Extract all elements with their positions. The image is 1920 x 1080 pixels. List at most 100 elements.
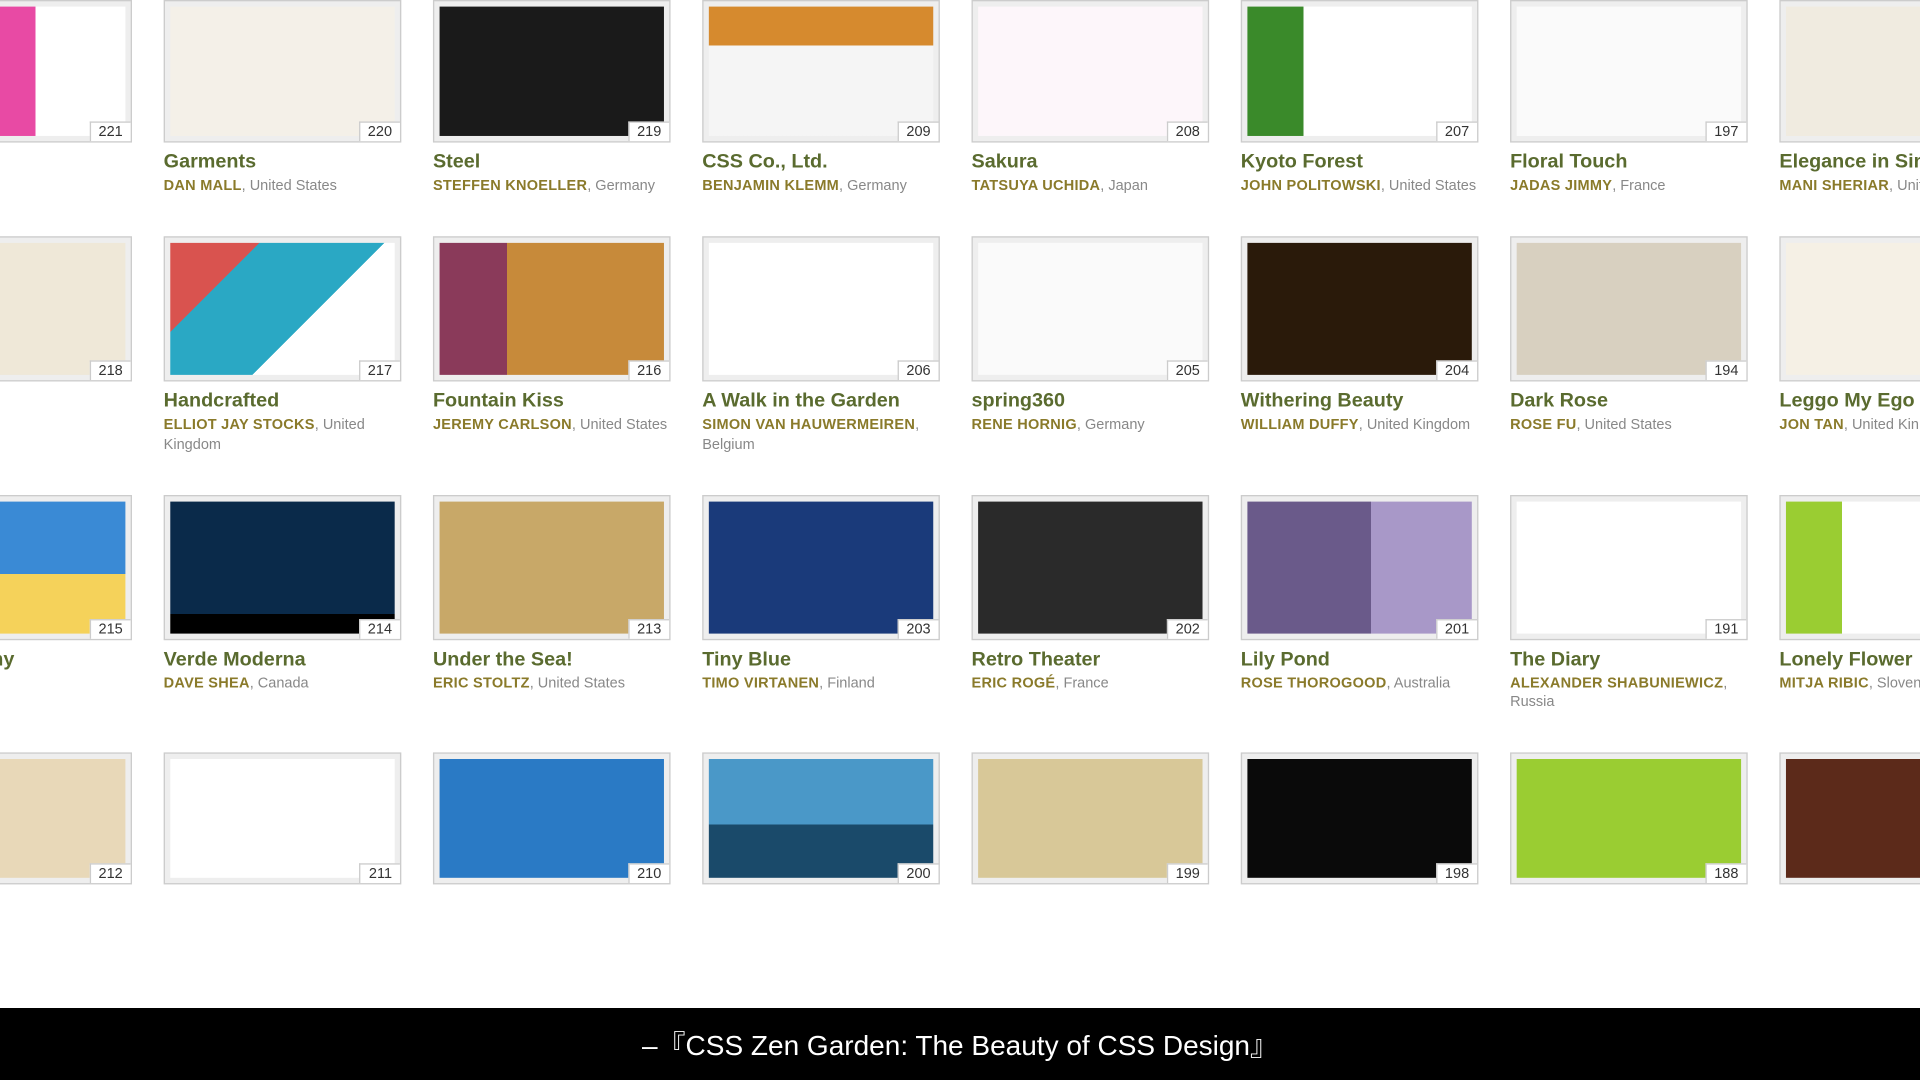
design-card[interactable]: 204Withering BeautyWILLIAM DUFFY, United… [1241,236,1479,455]
author-name[interactable]: ELLIOT JAY STOCKS [164,417,315,433]
design-card[interactable]: 218y, United States [0,236,132,455]
design-thumbnail[interactable]: 214 [164,494,402,639]
design-thumbnail[interactable]: 221 [0,0,132,143]
author-name[interactable]: JON TAN [1779,417,1844,433]
author-name[interactable]: WILLIAM DUFFY [1241,417,1359,433]
design-card[interactable]: 217HandcraftedELLIOT JAY STOCKS, United … [164,236,402,455]
design-thumbnail[interactable]: 205 [972,236,1210,381]
author-name[interactable]: ROSE FU [1510,417,1576,433]
design-thumbnail[interactable]: 202 [972,494,1210,639]
design-title[interactable]: Elegance in Sim [1779,150,1920,174]
design-thumbnail[interactable]: 196 [1779,0,1920,143]
design-card[interactable]: 190Lonely FlowerMITJA RIBIC, Sloven [1779,494,1920,713]
design-card[interactable]: 208SakuraTATSUYA UCHIDA, Japan [972,0,1210,196]
design-title[interactable]: Fountain Kiss [433,389,671,413]
author-name[interactable]: JADAS JIMMY [1510,178,1612,194]
author-name[interactable]: ROSE THOROGOOD [1241,675,1387,691]
design-card[interactable]: 193Leggo My EgoJON TAN, United Kin [1779,236,1920,455]
design-thumbnail[interactable]: 188 [1510,753,1748,885]
design-card[interactable]: 202Retro TheaterERIC ROGÉ, France [972,494,1210,713]
author-name[interactable]: ERIC ROGÉ [972,675,1056,691]
design-card[interactable]: 197Floral TouchJADAS JIMMY, France [1510,0,1748,196]
design-thumbnail[interactable]: 213 [433,494,671,639]
design-title[interactable]: Garments [164,150,402,174]
design-title[interactable]: Withering Beauty [1241,389,1479,413]
design-title[interactable]: The Diary [1510,648,1748,672]
design-title[interactable]: Floral Touch [1510,150,1748,174]
author-name[interactable]: TIMO VIRTANEN [702,675,819,691]
author-name[interactable]: JOHN POLITOWSKI [1241,178,1381,194]
design-title[interactable]: Dark Rose [1510,389,1748,413]
design-thumbnail[interactable]: 198 [1241,753,1479,885]
author-name[interactable]: ERIC STOLTZ [433,675,530,691]
design-title[interactable]: Verde Moderna [164,648,402,672]
design-title[interactable]: A Walk in the Garden [702,389,940,413]
design-title[interactable]: Sakura [972,150,1210,174]
author-name[interactable]: JEREMY CARLSON [433,417,572,433]
design-thumbnail[interactable]: 207 [1241,0,1479,143]
author-name[interactable]: MANI SHERIAR [1779,178,1889,194]
design-card[interactable]: 221ry ModernMAN, United [0,0,132,196]
design-title[interactable]: Lily Pond [1241,648,1479,672]
design-thumbnail[interactable]: 219 [433,0,671,143]
author-name[interactable]: STEFFEN KNOELLER [433,178,587,194]
design-card[interactable]: 188 [1510,753,1748,885]
design-thumbnail[interactable]: 208 [972,0,1210,143]
design-thumbnail[interactable]: 220 [164,0,402,143]
design-card[interactable]: 214Verde ModernaDAVE SHEA, Canada [164,494,402,713]
author-name[interactable]: BENJAMIN KLEMM [702,178,839,194]
design-thumbnail[interactable]: 215 [0,494,132,639]
design-thumbnail[interactable]: 193 [1779,236,1920,381]
design-card[interactable]: 211 [164,753,402,885]
design-title[interactable]: ry Modern [0,150,132,174]
design-title[interactable]: Under the Sea! [433,648,671,672]
design-thumbnail[interactable]: 204 [1241,236,1479,381]
design-thumbnail[interactable]: 209 [702,0,940,143]
design-card[interactable]: 191The DiaryALEXANDER SHABUNIEWICZ, Russ… [1510,494,1748,713]
design-title[interactable]: Lonely Flower [1779,648,1920,672]
design-thumbnail[interactable]: 190 [1779,494,1920,639]
design-title[interactable]: CSS Co., Ltd. [702,150,940,174]
design-thumbnail[interactable]: 201 [1241,494,1479,639]
design-card[interactable]: 219SteelSTEFFEN KNOELLER, Germany [433,0,671,196]
design-thumbnail[interactable]: 217 [164,236,402,381]
design-thumbnail[interactable]: 216 [433,236,671,381]
design-card[interactable]: 215amed JimmyUnited States [0,494,132,713]
design-thumbnail[interactable]: 203 [702,494,940,639]
author-name[interactable]: MITJA RIBIC [1779,675,1868,691]
design-thumbnail[interactable]: 191 [1510,494,1748,639]
design-card[interactable]: 209CSS Co., Ltd.BENJAMIN KLEMM, Germany [702,0,940,196]
design-card[interactable]: 206 A Walk in the Garden SIMON VAN HAUWERM… [702,236,940,455]
design-thumbnail[interactable]: 210 [433,753,671,885]
design-title[interactable]: spring360 [972,389,1210,413]
design-card[interactable]: 199 [972,753,1210,885]
design-card[interactable]: 216Fountain KissJEREMY CARLSON, United S… [433,236,671,455]
design-title[interactable]: y [0,389,132,413]
design-thumbnail[interactable]: 211 [164,753,402,885]
design-thumbnail[interactable]: 200 [702,753,940,885]
author-name[interactable]: TATSUYA UCHIDA [972,178,1101,194]
design-card[interactable]: 201Lily PondROSE THOROGOOD, Australia [1241,494,1479,713]
design-thumbnail[interactable]: 218 [0,236,132,381]
design-card[interactable]: 196Elegance in SimMANI SHERIAR, Unite [1779,0,1920,196]
design-thumbnail[interactable]: 197 [1510,0,1748,143]
design-card[interactable]: 220GarmentsDAN MALL, United States [164,0,402,196]
design-card[interactable]: 189 [1779,753,1920,885]
design-thumbnail[interactable]: 194 [1510,236,1748,381]
author-name[interactable]: ALEXANDER SHABUNIEWICZ [1510,675,1723,691]
design-card[interactable]: 198 [1241,753,1479,885]
design-card[interactable]: 212 [0,753,132,885]
design-title[interactable]: Kyoto Forest [1241,150,1479,174]
design-title[interactable]: Leggo My Ego [1779,389,1920,413]
design-title[interactable]: Steel [433,150,671,174]
design-title[interactable]: Retro Theater [972,648,1210,672]
author-name[interactable]: RENE HORNIG [972,417,1077,433]
design-card[interactable]: 207Kyoto ForestJOHN POLITOWSKI, United S… [1241,0,1479,196]
design-thumbnail[interactable]: 206 [702,236,940,381]
design-card[interactable]: 203Tiny BlueTIMO VIRTANEN, Finland [702,494,940,713]
design-card[interactable]: 210 [433,753,671,885]
design-title[interactable]: amed Jimmy [0,648,132,672]
author-name[interactable]: SIMON VAN HAUWERMEIREN [702,417,915,433]
design-card[interactable]: 200 [702,753,940,885]
design-card[interactable]: 194Dark RoseROSE FU, United States [1510,236,1748,455]
